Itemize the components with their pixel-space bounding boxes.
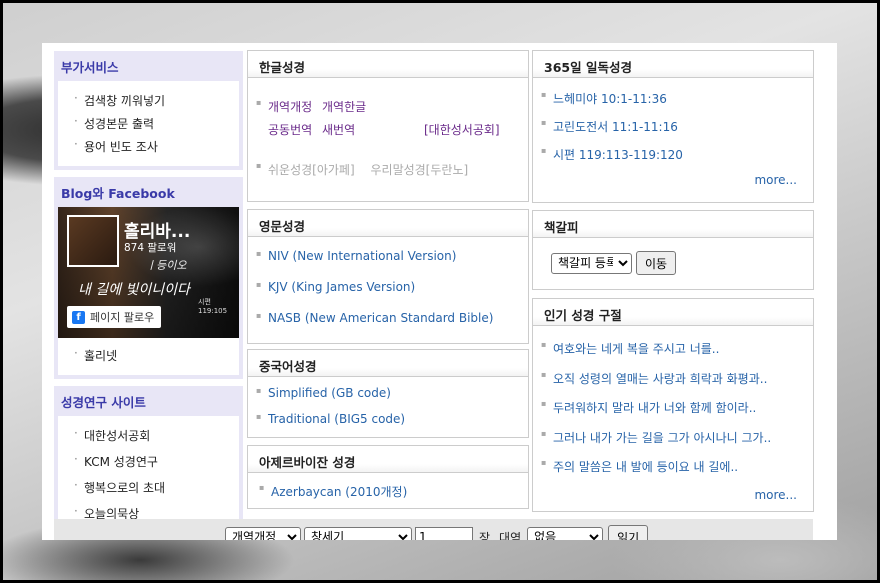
book-select[interactable]: 창세기 [304, 526, 412, 540]
blog-box: Blog와 Facebook 홀리바... 874 팔로워 ㅣ등이오 내 길에 … [54, 177, 243, 379]
version-link-saebeonyeok[interactable]: 새번역 [322, 123, 355, 137]
quick-read-bar: 개역개정 창세기 장 대역 없음 읽기 [54, 519, 813, 540]
daily-reading-box: 365일 일독성경 느헤미야 10:1-11:36 고린도전서 11:1-11:… [532, 50, 814, 203]
verse-text: ㅣ등이오 [146, 259, 187, 272]
daily-reading-link[interactable]: 시편 119:113-119:120 [533, 146, 813, 174]
blog-title: Blog와 Facebook [61, 186, 175, 201]
popular-verses-box: 인기 성경 구절 여호와는 네게 복을 주시고 너를.. 오직 성령의 열매는 … [532, 298, 814, 512]
compare-label: 대역 [499, 530, 522, 541]
blog-list: 홀리넷 [58, 344, 239, 367]
chapter-input[interactable] [415, 527, 473, 540]
chinese-bible-title: 중국어성경 [248, 350, 528, 377]
popular-verse-link[interactable]: 주의 말씀은 내 발에 등이요 내 길에.. [533, 458, 813, 488]
version-link-easy[interactable]: 쉬운성경[아가페] [268, 163, 355, 177]
read-button[interactable]: 읽기 [608, 525, 649, 540]
popular-verse-link[interactable]: 그러나 내가 가는 길을 그가 아시나니 그가.. [533, 429, 813, 459]
services-item[interactable]: 검색창 끼워넣기 [58, 89, 239, 112]
page-thumbnail[interactable] [67, 215, 119, 267]
research-box: 성경연구 사이트 대한성서공회 KCM 성경연구 행복으로의 초대 오늘의묵상 [54, 386, 243, 536]
compare-select[interactable]: 없음 [527, 526, 604, 540]
research-list: 대한성서공회 KCM 성경연구 행복으로의 초대 오늘의묵상 [58, 424, 239, 528]
chinese-version-link[interactable]: Simplified (GB code) [248, 386, 528, 412]
chinese-bible-box: 중국어성경 Simplified (GB code) Traditional (… [247, 349, 529, 438]
services-box: 부가서비스 검색창 끼워넣기 성경본문 출력 용어 빈도 조사 [54, 51, 243, 170]
version-link-urimal[interactable]: 우리말성경[두란노] [370, 163, 468, 177]
korean-bible-box: 한글성경 ▪ 개역개정 개역한글 공동번역 새번역 [대한성서공회] ▪ 쉬운성… [247, 50, 529, 202]
fb-follow-button[interactable]: f 페이지 팔로우 [67, 306, 162, 328]
english-bible-title: 영문성경 [248, 210, 528, 237]
services-title: 부가서비스 [61, 60, 119, 75]
version-select[interactable]: 개역개정 [225, 526, 301, 540]
korean-bible-title: 한글성경 [248, 51, 528, 78]
daily-reading-link[interactable]: 고린도전서 11:1-11:16 [533, 118, 813, 146]
popular-more-link[interactable]: more... [754, 488, 797, 502]
bookmark-box: 책갈피 책갈피 등록 이동 [532, 210, 814, 290]
english-version-link[interactable]: NASB (New American Standard Bible) [248, 311, 528, 342]
popular-verse-link[interactable]: 여호와는 네게 복을 주시고 너를.. [533, 340, 813, 370]
services-item[interactable]: 성경본문 출력 [58, 112, 239, 135]
research-title: 성경연구 사이트 [61, 395, 146, 410]
research-item[interactable]: 대한성서공회 [58, 424, 239, 450]
research-item[interactable]: KCM 성경연구 [58, 450, 239, 476]
fb-follow-label: 페이지 팔로우 [90, 311, 155, 324]
verse-ref: 시편119:105 [198, 298, 228, 315]
bullet-icon: ▪ [256, 98, 262, 107]
chapter-label: 장 [479, 530, 491, 541]
facebook-icon: f [72, 310, 85, 324]
daily-reading-title: 365일 일독성경 [533, 51, 813, 78]
popular-verse-link[interactable]: 두려워하지 말라 내가 너와 함께 함이라.. [533, 399, 813, 429]
daily-reading-link[interactable]: 느헤미야 10:1-11:36 [533, 90, 813, 118]
azerbaijani-version-link[interactable]: Azerbaycan (2010개정) [251, 483, 529, 500]
services-list: 검색창 끼워넣기 성경본문 출력 용어 빈도 조사 [58, 89, 239, 158]
azerbaijani-bible-title: 아제르바이잔 성경 [248, 446, 528, 473]
popular-verses-title: 인기 성경 구절 [533, 299, 813, 326]
english-version-link[interactable]: NIV (New International Version) [248, 249, 528, 280]
research-item[interactable]: 행복으로의 초대 [58, 476, 239, 502]
version-link-gaeyeok-gaejeong[interactable]: 개역개정 [268, 100, 312, 114]
bookmark-title: 책갈피 [533, 211, 813, 238]
services-item[interactable]: 용어 빈도 조사 [58, 135, 239, 158]
main-page: 부가서비스 검색창 끼워넣기 성경본문 출력 용어 빈도 조사 Blog와 Fa… [42, 43, 837, 540]
verse-text: 내 길에 빛이니이다 [78, 282, 190, 298]
blog-item[interactable]: 홀리넷 [58, 344, 239, 367]
bible-society-link[interactable]: [대한성서공회] [424, 121, 500, 138]
english-version-link[interactable]: KJV (King James Version) [248, 280, 528, 311]
azerbaijani-bible-box: 아제르바이잔 성경 Azerbaycan (2010개정) [247, 445, 529, 509]
fb-followers: 874 팔로워 [124, 242, 177, 254]
version-link-gongdong[interactable]: 공동번역 [268, 123, 312, 137]
bullet-icon: ▪ [256, 161, 262, 170]
english-bible-box: 영문성경 NIV (New International Version) KJV… [247, 209, 529, 344]
popular-verse-link[interactable]: 오직 성령의 열매는 사랑과 희락과 화평과.. [533, 370, 813, 400]
chinese-version-link[interactable]: Traditional (BIG5 code) [248, 412, 528, 438]
fb-page-name[interactable]: 홀리바... [124, 217, 190, 242]
bookmark-go-button[interactable]: 이동 [636, 251, 677, 275]
left-sidebar: 부가서비스 검색창 끼워넣기 성경본문 출력 용어 빈도 조사 Blog와 Fa… [54, 51, 243, 540]
daily-more-link[interactable]: more... [754, 173, 797, 187]
facebook-widget[interactable]: 홀리바... 874 팔로워 ㅣ등이오 내 길에 빛이니이다 시편119:105… [58, 207, 239, 338]
version-link-gaeyeok-hangeul[interactable]: 개역한글 [322, 100, 366, 114]
bookmark-select[interactable]: 책갈피 등록 [551, 252, 632, 274]
